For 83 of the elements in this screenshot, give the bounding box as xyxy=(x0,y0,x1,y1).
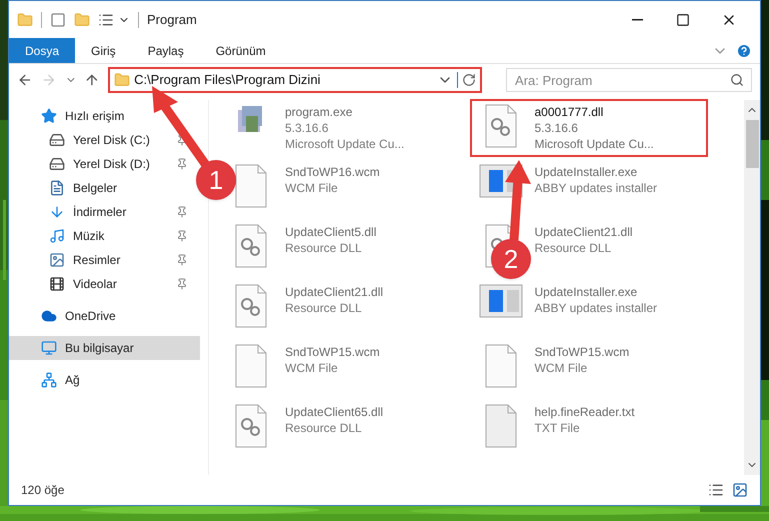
search-icon[interactable] xyxy=(730,73,744,87)
file-detail: Microsoft Update Cu... xyxy=(534,136,654,152)
sidebar-item[interactable]: Resimler xyxy=(49,248,120,272)
details-view-icon[interactable] xyxy=(708,482,724,498)
large-icons-view-icon[interactable] xyxy=(732,482,748,498)
file-name: program.exe xyxy=(285,104,354,120)
pin-icon[interactable] xyxy=(176,206,188,218)
file-detail: ABBY updates installer xyxy=(534,180,658,196)
sidebar-item[interactable]: İndirmeler xyxy=(49,200,126,224)
file-detail: Resource DLL xyxy=(285,420,363,436)
item-count: 120 öğe xyxy=(21,482,66,499)
cloud-icon xyxy=(41,308,57,324)
sidebar-item[interactable]: Yerel Disk (C:) xyxy=(49,128,150,152)
file-detail: Resource DLL xyxy=(285,300,363,316)
music-note-icon xyxy=(49,228,65,244)
film-icon xyxy=(49,276,65,292)
window-file-icon xyxy=(478,284,522,318)
gear-file-icon xyxy=(234,224,268,268)
pin-icon[interactable] xyxy=(176,158,188,170)
network-icon xyxy=(41,372,57,388)
refresh-icon[interactable] xyxy=(462,73,476,87)
blank-file-icon xyxy=(234,164,268,208)
sidebar-item[interactable]: Bu bilgisayar xyxy=(9,336,200,360)
ribbon-tab[interactable]: Paylaş xyxy=(132,38,200,63)
text-file-icon xyxy=(484,404,518,448)
back-icon[interactable] xyxy=(17,72,33,88)
maximize-icon xyxy=(676,12,690,26)
file-name: UpdateClient21.dll xyxy=(534,224,633,240)
minimize-icon xyxy=(632,18,642,20)
pin-icon[interactable] xyxy=(176,230,188,242)
file-name: UpdateClient65.dll xyxy=(285,404,384,420)
file-name: a0001777.dll xyxy=(534,104,604,120)
properties-icon[interactable] xyxy=(98,12,114,28)
drive-icon xyxy=(49,132,65,148)
window-title: Program xyxy=(147,10,197,29)
gear-file-icon xyxy=(234,284,268,328)
sidebar-item[interactable]: Hızlı erişim xyxy=(41,104,124,128)
file-detail: Resource DLL xyxy=(534,240,612,256)
drive-icon xyxy=(49,156,65,172)
file-name: help.fineReader.txt xyxy=(534,404,635,420)
file-detail: Microsoft Update Cu... xyxy=(285,136,404,152)
file-detail: TXT File xyxy=(534,420,581,436)
blank-file-icon xyxy=(234,344,268,388)
ribbon-tab[interactable]: Dosya xyxy=(9,38,76,63)
file-detail: WCM File xyxy=(534,360,588,376)
document-icon xyxy=(49,180,65,196)
sidebar-item[interactable]: Belgeler xyxy=(49,176,118,200)
help-icon[interactable] xyxy=(736,42,752,58)
file-detail: WCM File xyxy=(285,180,339,196)
pin-icon[interactable] xyxy=(176,278,188,290)
search-field[interactable]: Ara: Program xyxy=(506,68,752,92)
file-detail: 5.3.16.6 xyxy=(534,120,579,136)
ribbon-tab[interactable]: Görünüm xyxy=(200,38,282,63)
folder-icon xyxy=(114,72,130,88)
sidebar-item[interactable]: Yerel Disk (D:) xyxy=(49,152,150,176)
image-icon xyxy=(49,252,65,268)
file-name: UpdateInstaller.exe xyxy=(534,284,638,300)
ribbon-tab[interactable]: Giriş xyxy=(75,38,132,63)
gear-file-icon xyxy=(234,404,268,448)
sidebar-item[interactable]: OneDrive xyxy=(41,304,116,328)
file-detail: WCM File xyxy=(285,360,339,376)
file-name: UpdateClient5.dll xyxy=(285,224,376,240)
file-detail: Resource DLL xyxy=(285,240,363,256)
highlighted-file-item[interactable]: a0001777.dll 5.3.16.6 Microsoft Update Cu... xyxy=(470,100,706,156)
sidebar-item[interactable]: Müzik xyxy=(49,224,104,248)
file-name: UpdateClient21.dll xyxy=(285,284,384,300)
file-name: UpdateInstaller.exe xyxy=(534,164,638,180)
sidebar-item[interactable]: Ağ xyxy=(41,368,80,392)
scrollbar[interactable] xyxy=(744,100,760,475)
file-detail: ABBY updates installer xyxy=(534,300,658,316)
file-name: SndToWP15.wcm xyxy=(285,344,380,360)
file-name: SndToWP15.wcm xyxy=(534,344,630,360)
sidebar-item[interactable]: Videolar xyxy=(49,272,117,296)
star-icon xyxy=(41,108,57,124)
gear-file-icon xyxy=(484,104,518,148)
checkbox-icon[interactable] xyxy=(50,12,66,28)
pin-icon[interactable] xyxy=(176,254,188,266)
scrollbar-thumb[interactable] xyxy=(746,120,758,168)
monitor-icon xyxy=(41,340,57,356)
address-field[interactable]: C:\Program Files\Program Dizini xyxy=(108,67,482,93)
file-detail: 5.3.16.6 xyxy=(285,120,330,136)
blank-file-icon xyxy=(484,344,518,388)
file-name: SndToWP16.wcm xyxy=(285,164,380,180)
